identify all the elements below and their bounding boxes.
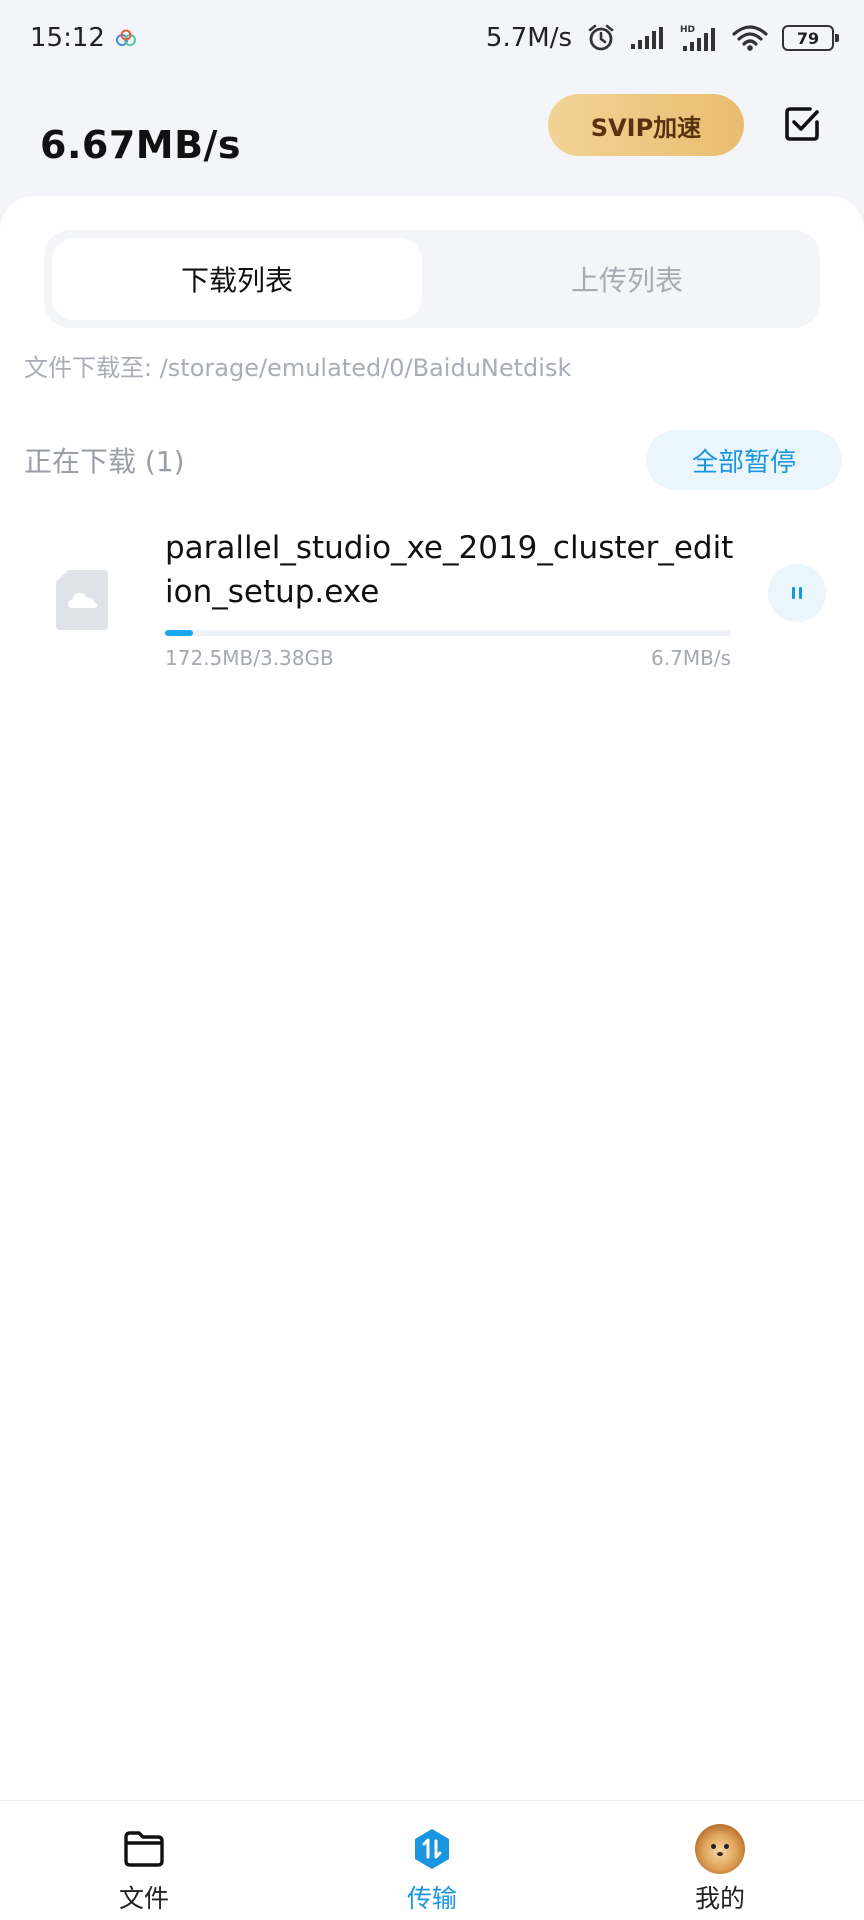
bottom-nav: 文件 传输 我的: [0, 1800, 864, 1920]
transfer-tabs: 下载列表 上传列表: [44, 230, 820, 328]
download-speed: 6.7MB/s: [651, 646, 731, 670]
battery-icon: 79: [782, 25, 839, 51]
status-bar: 15:12 5.7M/s HD 79: [0, 0, 864, 76]
hd-signal-icon: HD: [680, 23, 718, 53]
tab-download-list[interactable]: 下载列表: [52, 238, 422, 320]
cloud-file-icon: [54, 568, 110, 632]
nav-mine-label: 我的: [694, 1884, 745, 1913]
svip-accelerate-button[interactable]: SVIP加速: [548, 94, 744, 156]
user-avatar-image: [695, 1824, 745, 1874]
tab-upload-list[interactable]: 上传列表: [442, 238, 812, 320]
checkbox-edit-icon: [785, 107, 819, 141]
downloading-section-title: 正在下载 (1): [24, 445, 185, 478]
avatar: [695, 1824, 745, 1874]
pause-download-button[interactable]: [768, 564, 826, 622]
baidu-netdisk-notification-icon: [115, 29, 137, 47]
download-progress-bar: [165, 630, 731, 636]
status-right: 5.7M/s HD 79: [485, 23, 839, 53]
pause-icon: [792, 587, 802, 599]
download-row[interactable]: parallel_studio_xe_2019_cluster_edition_…: [0, 526, 864, 686]
signal-icon: [630, 25, 666, 51]
nav-mine[interactable]: 我的: [640, 1801, 800, 1920]
nav-transfer[interactable]: 传输: [352, 1801, 512, 1920]
download-progress-fill: [165, 630, 194, 636]
alarm-icon: [586, 23, 616, 53]
nav-files-label: 文件: [118, 1884, 169, 1913]
status-left: 15:12: [30, 23, 137, 53]
nav-transfer-label: 传输: [406, 1884, 457, 1913]
status-net-speed: 5.7M/s: [485, 23, 572, 53]
svg-text:HD: HD: [680, 25, 695, 35]
wifi-icon: [732, 24, 768, 52]
pause-all-button[interactable]: 全部暂停: [646, 430, 842, 490]
download-file-name: parallel_studio_xe_2019_cluster_edition_…: [165, 530, 734, 610]
total-speed: 6.67MB/s: [40, 123, 242, 167]
transfer-icon: [410, 1827, 454, 1871]
download-path: 文件下载至: /storage/emulated/0/BaiduNetdisk: [24, 354, 572, 382]
status-time: 15:12: [30, 23, 105, 53]
folder-icon: [122, 1827, 166, 1871]
nav-files[interactable]: 文件: [64, 1801, 224, 1920]
download-size-progress: 172.5MB/3.38GB: [165, 646, 334, 670]
transfer-panel: 下载列表 上传列表 文件下载至: /storage/emulated/0/Bai…: [0, 196, 864, 1800]
multi-select-button[interactable]: [780, 102, 824, 146]
header: 6.67MB/s SVIP加速: [0, 90, 864, 200]
